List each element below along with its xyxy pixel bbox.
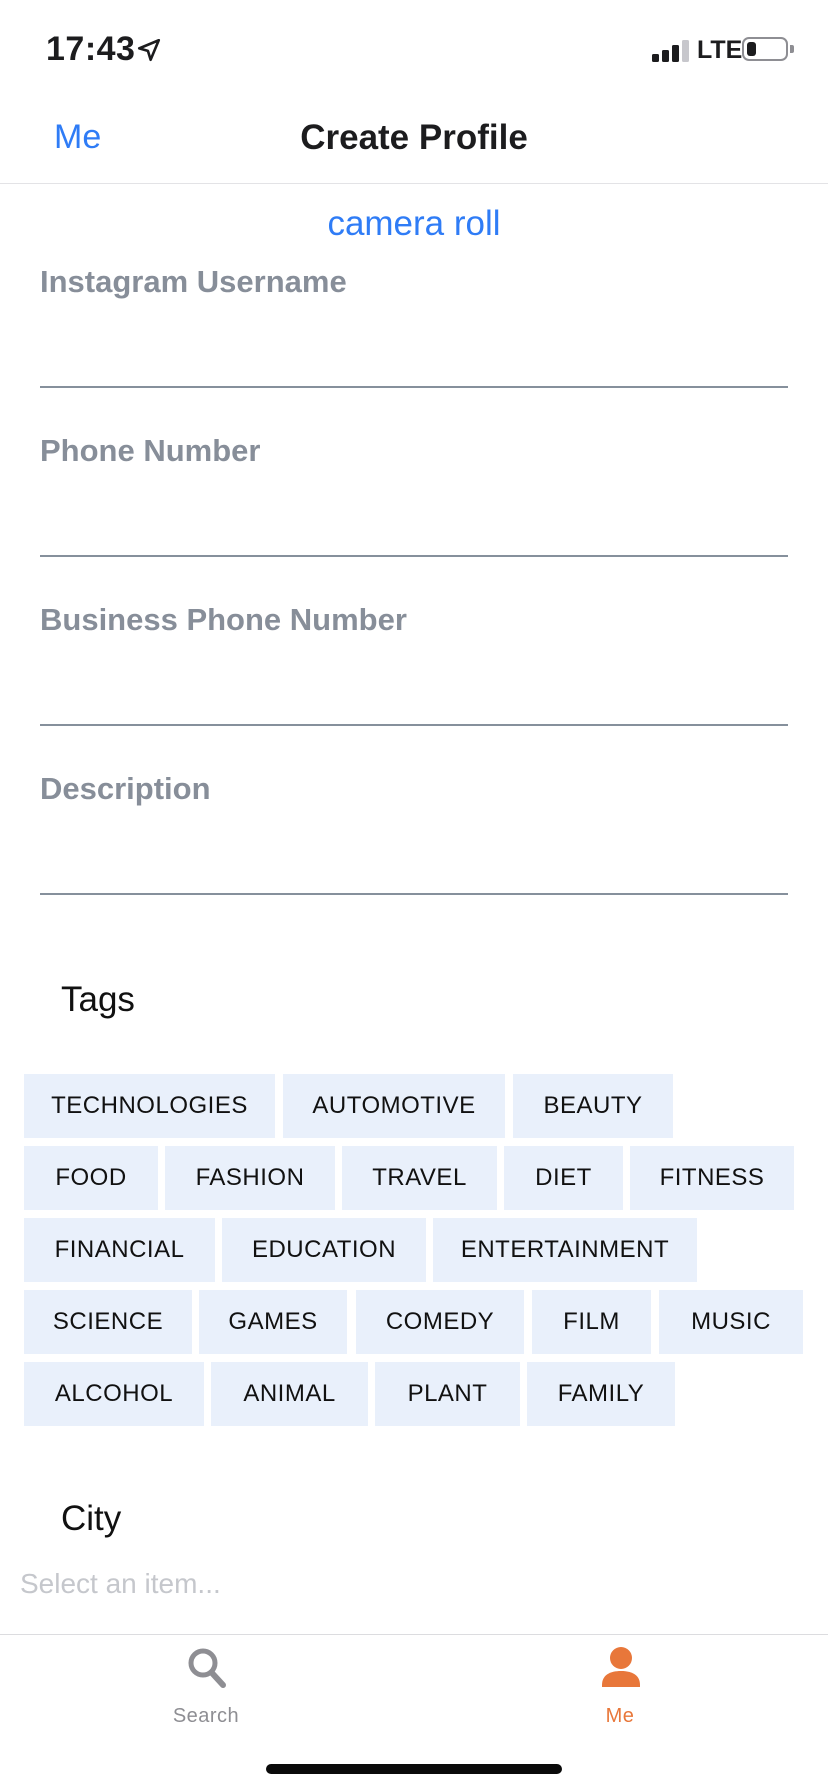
tab-search[interactable]: Search bbox=[106, 1635, 306, 1755]
tag-fitness[interactable]: FITNESS bbox=[630, 1146, 794, 1210]
search-icon bbox=[188, 1648, 226, 1688]
city-heading: City bbox=[61, 1499, 122, 1538]
instagram-username-label: Instagram Username bbox=[40, 264, 347, 299]
tag-entertainment[interactable]: ENTERTAINMENT bbox=[433, 1218, 697, 1282]
tag-travel[interactable]: TRAVEL bbox=[342, 1146, 497, 1210]
tag-financial[interactable]: FINANCIAL bbox=[24, 1218, 215, 1282]
battery-icon bbox=[742, 37, 788, 61]
tag-beauty[interactable]: BEAUTY bbox=[513, 1074, 673, 1138]
location-arrow-icon bbox=[137, 38, 161, 62]
description-input[interactable] bbox=[40, 831, 788, 895]
description-label: Description bbox=[40, 771, 211, 806]
tags-heading: Tags bbox=[61, 980, 135, 1019]
battery-cap bbox=[790, 45, 794, 53]
signal-strength-icon bbox=[652, 38, 690, 62]
instagram-username-field: Instagram Username bbox=[40, 264, 788, 388]
tab-me-label: Me bbox=[605, 1705, 635, 1727]
tag-family[interactable]: FAMILY bbox=[527, 1362, 675, 1426]
city-picker[interactable]: Select an item... bbox=[20, 1568, 221, 1600]
tag-plant[interactable]: PLANT bbox=[375, 1362, 520, 1426]
tag-education[interactable]: EDUCATION bbox=[222, 1218, 426, 1282]
tag-animal[interactable]: ANIMAL bbox=[211, 1362, 368, 1426]
status-bar: 17:43 LTE bbox=[0, 0, 828, 96]
tag-fashion[interactable]: FASHION bbox=[165, 1146, 335, 1210]
tag-alcohol[interactable]: ALCOHOL bbox=[24, 1362, 204, 1426]
tag-food[interactable]: FOOD bbox=[24, 1146, 158, 1210]
tag-music[interactable]: MUSIC bbox=[659, 1290, 803, 1354]
tag-automotive[interactable]: AUTOMOTIVE bbox=[283, 1074, 505, 1138]
phone-number-field: Phone Number bbox=[40, 433, 788, 557]
tab-me[interactable]: Me bbox=[520, 1635, 720, 1755]
business-phone-number-label: Business Phone Number bbox=[40, 602, 407, 637]
person-icon bbox=[602, 1647, 640, 1687]
network-type: LTE bbox=[697, 36, 743, 64]
home-indicator bbox=[266, 1764, 562, 1774]
description-field: Description bbox=[40, 771, 788, 895]
instagram-username-input[interactable] bbox=[40, 324, 788, 388]
business-phone-number-input[interactable] bbox=[40, 662, 788, 726]
tag-comedy[interactable]: COMEDY bbox=[356, 1290, 524, 1354]
status-time: 17:43 bbox=[46, 30, 136, 68]
tag-film[interactable]: FILM bbox=[532, 1290, 651, 1354]
tag-science[interactable]: SCIENCE bbox=[24, 1290, 192, 1354]
tab-search-label: Search bbox=[172, 1705, 240, 1727]
tag-technologies[interactable]: TECHNOLOGIES bbox=[24, 1074, 275, 1138]
business-phone-number-field: Business Phone Number bbox=[40, 602, 788, 726]
phone-number-label: Phone Number bbox=[40, 433, 261, 468]
page-title: Create Profile bbox=[300, 118, 528, 157]
camera-roll-link[interactable]: camera roll bbox=[0, 204, 828, 244]
tag-diet[interactable]: DIET bbox=[504, 1146, 623, 1210]
tag-games[interactable]: GAMES bbox=[199, 1290, 347, 1354]
navigation-bar: Me Create Profile bbox=[0, 96, 828, 184]
phone-number-input[interactable] bbox=[40, 493, 788, 557]
